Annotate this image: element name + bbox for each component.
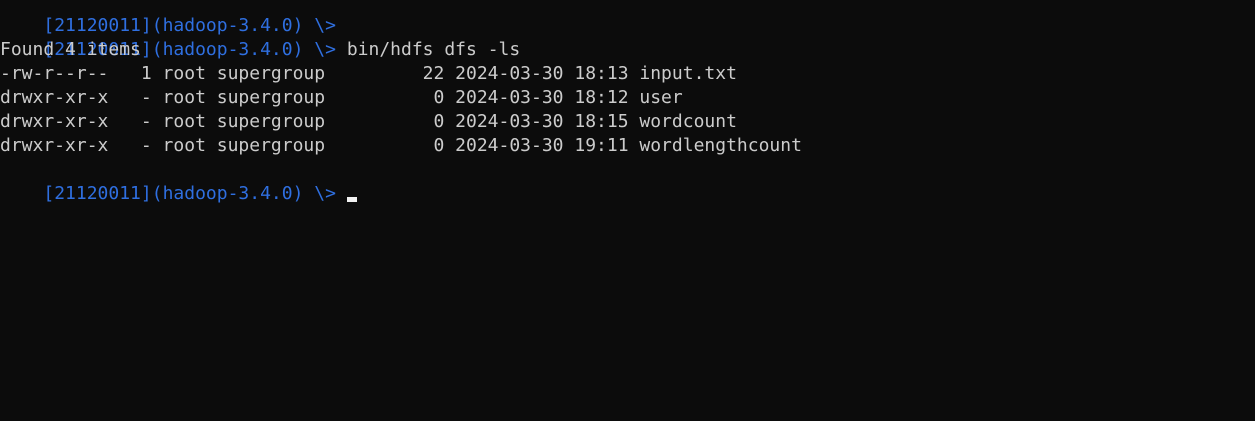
text-cursor (346, 197, 357, 202)
prompt-line: [21120011](hadoop-3.4.0) \> (0, 0, 1255, 36)
command-text: bin/hdfs dfs -ls (346, 39, 521, 60)
shell-prompt: [21120011](hadoop-3.4.0) \> (43, 15, 336, 36)
output-line-file-input: -rw-r--r-- 1 root supergroup 22 2024-03-… (0, 63, 737, 84)
terminal-window[interactable]: [21120011](hadoop-3.4.0) \> [21120011](h… (0, 0, 1255, 421)
output-line-dir-user: drwxr-xr-x - root supergroup 0 2024-03-3… (0, 87, 683, 108)
shell-prompt: [21120011](hadoop-3.4.0) \> (43, 183, 336, 204)
active-prompt-line[interactable]: [21120011](hadoop-3.4.0) \> (0, 158, 1255, 204)
output-line-dir-wordlengthcount: drwxr-xr-x - root supergroup 0 2024-03-3… (0, 135, 802, 156)
output-line-dir-wordcount: drwxr-xr-x - root supergroup 0 2024-03-3… (0, 111, 737, 132)
